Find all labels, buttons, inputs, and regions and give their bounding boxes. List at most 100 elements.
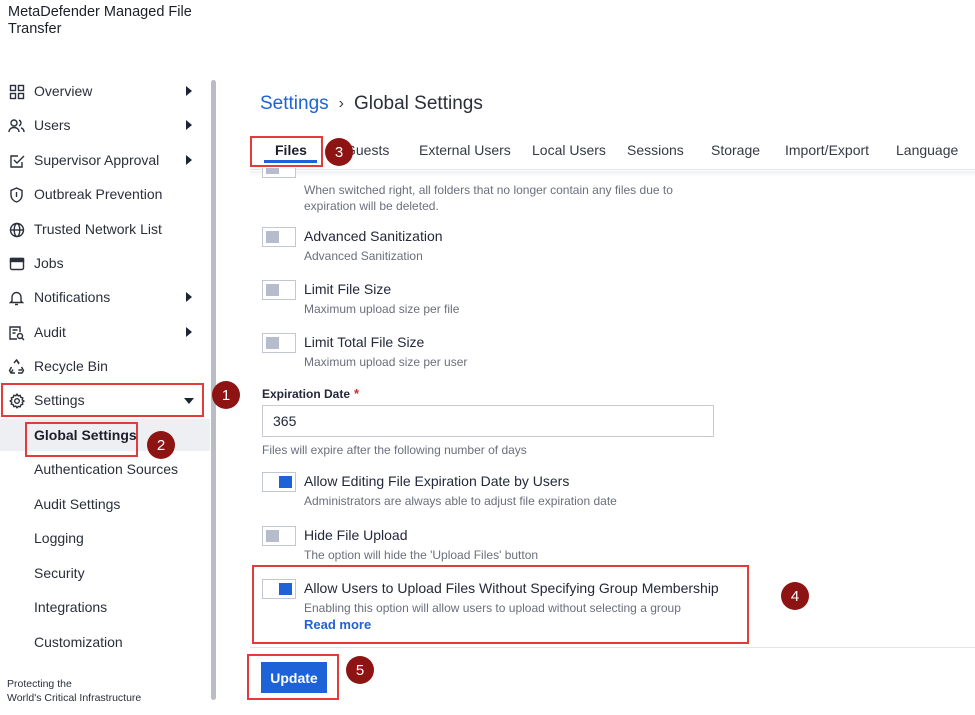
- setting-description: Maximum upload size per file: [304, 302, 460, 316]
- scroll-shadow: [250, 171, 975, 177]
- sidebar-item-label: Users: [34, 117, 71, 133]
- field-label-text: Expiration Date: [262, 387, 351, 401]
- settings-tabs: Files Guests External Users Local Users …: [250, 134, 975, 170]
- sidebar-subitem-customization[interactable]: Customization: [0, 626, 210, 658]
- breadcrumb-separator: ›: [338, 95, 344, 112]
- sidebar-subitem-label: Global Settings: [34, 427, 137, 443]
- annotation-badge: 5: [346, 656, 374, 684]
- sidebar-subitem-audit-settings[interactable]: Audit Settings: [0, 488, 210, 520]
- chevron-down-icon: [184, 398, 194, 404]
- update-button[interactable]: Update: [261, 662, 327, 693]
- tab-language[interactable]: Language: [896, 142, 958, 158]
- sidebar-subitem-global-settings[interactable]: Global Settings: [0, 419, 210, 451]
- expiration-date-help: Files will expire after the following nu…: [262, 443, 527, 457]
- tab-sessions[interactable]: Sessions: [627, 142, 684, 158]
- setting-title: Allow Users to Upload Files Without Spec…: [304, 580, 719, 596]
- tab-storage[interactable]: Storage: [711, 142, 760, 158]
- annotation-badge: 4: [781, 582, 809, 610]
- toggle-knob: [266, 530, 279, 542]
- toggle-knob: [266, 337, 279, 349]
- toggle-knob: [266, 284, 279, 296]
- sidebar-item-label: Notifications: [34, 289, 111, 305]
- page-title: Global Settings: [353, 93, 483, 114]
- sidebar-item-label: Settings: [34, 392, 85, 408]
- read-more-link[interactable]: Read more: [304, 617, 371, 632]
- setting-title: Allow Editing File Expiration Date by Us…: [304, 473, 570, 489]
- sidebar-footer: Protecting the World's Critical Infrastr…: [7, 677, 141, 705]
- sidebar-subitem-label: Customization: [34, 634, 123, 650]
- sidebar-subitem-label: Security: [34, 565, 85, 581]
- sidebar-item-label: Outbreak Prevention: [34, 186, 163, 202]
- grid-icon: [8, 83, 25, 100]
- chevron-right-icon: [186, 120, 192, 130]
- allow-upload-without-group-toggle[interactable]: [262, 579, 296, 599]
- window-icon: [8, 255, 25, 272]
- gear-icon: [8, 392, 25, 409]
- breadcrumb-settings-link[interactable]: Settings: [260, 93, 329, 115]
- setting-title: Limit Total File Size: [304, 334, 425, 350]
- toggle-knob: [266, 168, 279, 174]
- sidebar-subitem-security[interactable]: Security: [0, 557, 210, 589]
- hide-file-upload-toggle[interactable]: [262, 526, 296, 546]
- sidebar-subitem-label: Integrations: [34, 599, 108, 615]
- audit-icon: [8, 324, 25, 341]
- chevron-right-icon: [186, 86, 192, 96]
- sidebar-item-label: Recycle Bin: [34, 358, 108, 374]
- sidebar-item-jobs[interactable]: Jobs: [0, 248, 205, 278]
- breadcrumb: Settings › Global Settings: [260, 93, 483, 115]
- sidebar-subitem-label: Audit Settings: [34, 496, 121, 512]
- required-marker: *: [354, 386, 360, 401]
- footer-line: World's Critical Infrastructure: [7, 692, 142, 704]
- sidebar-item-settings[interactable]: Settings: [0, 385, 205, 415]
- sidebar-item-audit[interactable]: Audit: [0, 317, 205, 347]
- limit-total-file-size-toggle[interactable]: [262, 333, 296, 353]
- action-bar-divider: [250, 647, 975, 648]
- sidebar-subitem-integrations[interactable]: Integrations: [0, 591, 210, 623]
- advanced-sanitization-toggle[interactable]: [262, 227, 296, 247]
- bell-icon: [8, 289, 25, 306]
- expiration-date-input[interactable]: [262, 405, 714, 437]
- setting-description: When switched right, all folders that no…: [304, 183, 673, 213]
- toggle-knob: [279, 476, 292, 488]
- chevron-right-icon: [186, 292, 192, 302]
- tab-import-export[interactable]: Import/Export: [785, 142, 869, 158]
- sidebar-item-label: Jobs: [34, 255, 64, 271]
- setting-description: Maximum upload size per user: [304, 355, 468, 369]
- app-title: MetaDefender Managed File Transfer: [8, 4, 192, 37]
- sidebar-item-trusted-network-list[interactable]: Trusted Network List: [0, 214, 205, 244]
- approval-icon: [8, 152, 25, 169]
- sidebar-subitem-authentication-sources[interactable]: Authentication Sources: [0, 453, 210, 485]
- annotation-badge: 3: [325, 138, 353, 166]
- shield-icon: [8, 186, 25, 203]
- limit-file-size-toggle[interactable]: [262, 280, 296, 300]
- sidebar-subitem-label: Authentication Sources: [34, 461, 178, 477]
- setting-description: The option will hide the 'Upload Files' …: [304, 548, 539, 562]
- sidebar-subitem-label: Logging: [34, 530, 84, 546]
- annotation-badge: 1: [212, 381, 240, 409]
- sidebar: Overview Users Supervisor Approval Outbr…: [0, 74, 212, 694]
- tab-external-users[interactable]: External Users: [419, 142, 511, 158]
- setting-description: Advanced Sanitization: [304, 249, 423, 263]
- chevron-right-icon: [186, 327, 192, 337]
- delete-empty-folders-toggle[interactable]: [262, 168, 296, 178]
- allow-editing-expiration-toggle[interactable]: [262, 472, 296, 492]
- tab-files[interactable]: Files: [275, 142, 307, 158]
- sidebar-item-outbreak-prevention[interactable]: Outbreak Prevention: [0, 179, 205, 209]
- setting-title: Hide File Upload: [304, 527, 408, 543]
- recycle-icon: [8, 358, 25, 375]
- sidebar-subitem-logging[interactable]: Logging: [0, 522, 210, 554]
- toggle-knob: [279, 583, 292, 595]
- sidebar-item-notifications[interactable]: Notifications: [0, 282, 205, 312]
- sidebar-item-recycle-bin[interactable]: Recycle Bin: [0, 351, 205, 381]
- footer-line: Protecting the: [7, 678, 72, 690]
- sidebar-item-supervisor-approval[interactable]: Supervisor Approval: [0, 145, 205, 175]
- toggle-knob: [266, 231, 279, 243]
- sidebar-item-users[interactable]: Users: [0, 110, 205, 140]
- globe-icon: [8, 221, 25, 238]
- setting-title: Advanced Sanitization: [304, 228, 443, 244]
- sidebar-item-label: Overview: [34, 83, 93, 99]
- setting-title: Limit File Size: [304, 281, 392, 297]
- sidebar-item-label: Audit: [34, 324, 66, 340]
- tab-local-users[interactable]: Local Users: [532, 142, 606, 158]
- sidebar-item-overview[interactable]: Overview: [0, 76, 205, 106]
